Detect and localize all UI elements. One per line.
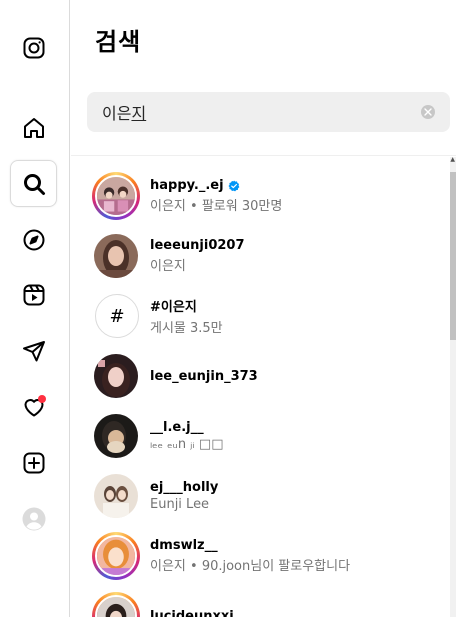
result-subtitle: 이은지	[150, 259, 186, 274]
username: __l.e.j__	[150, 420, 204, 435]
story-ring	[92, 172, 140, 220]
search-panel: 검색 이은지 ▲ happy._.ej 이은지 • 팔로워 30만명 leeeu…	[71, 0, 456, 617]
username: happy._.ej	[150, 178, 224, 193]
avatar	[95, 175, 137, 217]
avatar	[94, 354, 138, 398]
username: ej___holly	[150, 480, 219, 495]
search-input[interactable]: 이은지	[87, 92, 450, 132]
search-result-row[interactable]: dmswlz__ 이은지 • 90.joon님이 팔로우합니다	[71, 526, 450, 586]
username: lucideunxxi_	[150, 608, 241, 617]
hashtag-name: #이은지	[150, 300, 197, 315]
result-subtitle: Eunji Lee	[150, 497, 210, 512]
messages-icon[interactable]	[10, 327, 57, 374]
reels-icon[interactable]	[10, 271, 57, 318]
notifications-icon[interactable]	[10, 383, 57, 430]
result-subtitle: ₗₑₑ ₑᵤn ⱼᵢ □□	[150, 437, 224, 452]
result-subtitle: 게시물 3.5만	[150, 321, 223, 336]
notification-badge	[38, 395, 46, 403]
panel-title: 검색	[95, 28, 142, 56]
search-value: 이은지	[102, 104, 147, 123]
close-icon	[424, 108, 432, 116]
search-result-row[interactable]: # #이은지 게시물 3.5만	[71, 286, 450, 346]
create-icon[interactable]	[10, 439, 57, 486]
avatar	[94, 414, 138, 458]
scroll-up-arrow-icon[interactable]: ▲	[450, 157, 455, 163]
sidebar	[0, 0, 70, 617]
username: leeeunji0207	[150, 238, 245, 253]
search-result-row[interactable]: lucideunxxi_	[71, 586, 450, 617]
avatar	[95, 595, 137, 617]
avatar	[94, 474, 138, 518]
clear-search-button[interactable]	[421, 105, 435, 119]
home-icon[interactable]	[10, 104, 57, 151]
profile-icon[interactable]	[10, 495, 57, 542]
search-result-row[interactable]: leeeunji0207 이은지	[71, 226, 450, 286]
avatar	[95, 535, 137, 577]
search-icon[interactable]	[10, 160, 57, 207]
scrollbar-thumb[interactable]	[450, 172, 456, 340]
search-result-row[interactable]: lee_eunjin_373	[71, 346, 450, 406]
explore-icon[interactable]	[10, 216, 57, 263]
username: dmswlz__	[150, 538, 218, 553]
story-ring	[92, 592, 140, 617]
verified-badge-icon	[228, 180, 239, 191]
search-results-list: happy._.ej 이은지 • 팔로워 30만명 leeeunji0207 이…	[71, 166, 450, 617]
avatar	[94, 234, 138, 278]
result-subtitle: 이은지 • 팔로워 30만명	[150, 199, 283, 214]
result-subtitle: 이은지 • 90.joon님이 팔로우합니다	[150, 559, 351, 574]
search-result-row[interactable]: __l.e.j__ ₗₑₑ ₑᵤn ⱼᵢ □□	[71, 406, 450, 466]
search-result-row[interactable]: ej___holly Eunji Lee	[71, 466, 450, 526]
hashtag-icon: #	[95, 294, 139, 338]
story-ring	[92, 532, 140, 580]
divider	[71, 155, 456, 156]
username: lee_eunjin_373	[150, 368, 258, 384]
search-result-row[interactable]: happy._.ej 이은지 • 팔로워 30만명	[71, 166, 450, 226]
instagram-logo-icon[interactable]	[10, 24, 57, 71]
